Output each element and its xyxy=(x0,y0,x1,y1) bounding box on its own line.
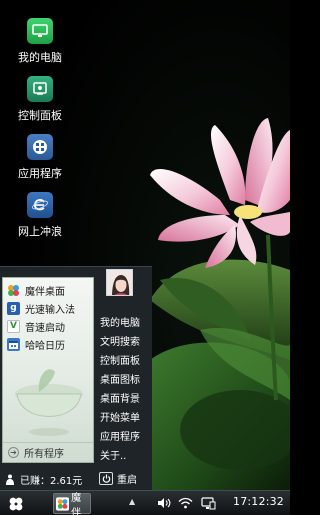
restart-label: 重启 xyxy=(117,474,137,486)
calendar-icon xyxy=(7,337,20,351)
start-menu-pinned-panel: 魔伴桌面 g 光速输入法 V 音速启动 哈哈日历 ➔ 所有程序 xyxy=(2,277,94,463)
wifi-icon[interactable] xyxy=(178,496,193,510)
taskbar-clock: 17:12:32 xyxy=(233,495,285,508)
menu-link-search[interactable]: 文明搜索 xyxy=(100,333,140,348)
earnings-label: 已赚：2.61元 xyxy=(20,476,83,487)
earnings-display: 已赚：2.61元 xyxy=(5,472,82,487)
start-menu-links-panel: 我的电脑 文明搜索 控制面板 桌面图标 桌面背景 开始菜单 应用程序 关于.. xyxy=(97,267,152,467)
input-method-icon: g xyxy=(7,301,20,315)
pinned-item-label: 哈哈日历 xyxy=(25,340,65,352)
all-programs-label: 所有程序 xyxy=(24,449,64,460)
desktop-icon-label: 网上冲浪 xyxy=(18,225,62,238)
desktop-icon-label: 控制面板 xyxy=(18,109,62,122)
money-bag-icon xyxy=(6,474,14,485)
computer-icon xyxy=(27,18,53,44)
start-menu-footer: 已赚：2.61元 重启 xyxy=(0,467,152,491)
launcher-icon: V xyxy=(7,319,20,333)
restart-button[interactable]: 重启 xyxy=(99,470,137,486)
desktop-icon-label: 应用程序 xyxy=(18,167,62,180)
control-panel-icon xyxy=(27,76,53,102)
pinned-item-launcher[interactable]: V 音速启动 xyxy=(7,317,93,335)
menu-link-desktop-background[interactable]: 桌面背景 xyxy=(100,390,140,405)
menu-link-about[interactable]: 关于.. xyxy=(100,447,126,462)
moban-desktop-icon xyxy=(7,284,20,297)
desktop-icon-label: 我的电脑 xyxy=(18,51,62,64)
tray-expand-icon[interactable]: ▲ xyxy=(129,497,135,506)
pinned-item-label: 光速输入法 xyxy=(25,304,75,316)
power-icon xyxy=(99,471,113,485)
pinned-item-calendar[interactable]: 哈哈日历 xyxy=(7,335,93,353)
desktop-icon-list: 我的电脑 控制面板 应用程序 网上冲浪 xyxy=(10,18,70,250)
decorative-bowl-image xyxy=(15,369,83,436)
taskbar-app-moban[interactable]: 魔伴 xyxy=(53,493,91,515)
menu-link-control-panel[interactable]: 控制面板 xyxy=(100,352,140,367)
user-avatar[interactable] xyxy=(106,269,133,296)
desktop-icon-my-computer[interactable]: 我的电脑 xyxy=(10,18,70,76)
clover-logo-icon xyxy=(9,497,23,511)
menu-link-apps[interactable]: 应用程序 xyxy=(100,428,140,443)
menu-link-desktop-icons[interactable]: 桌面图标 xyxy=(100,371,140,386)
apps-icon xyxy=(27,134,53,160)
pinned-item-label: 音速启动 xyxy=(25,322,65,334)
desktop-icon-browser[interactable]: 网上冲浪 xyxy=(10,192,70,250)
arrow-right-icon: ➔ xyxy=(8,447,19,458)
display-icon[interactable] xyxy=(201,496,216,510)
pinned-item-moban-desktop[interactable]: 魔伴桌面 xyxy=(7,281,93,299)
browser-icon xyxy=(27,192,53,218)
start-menu: 魔伴桌面 g 光速输入法 V 音速启动 哈哈日历 ➔ 所有程序 我的电脑 文明搜… xyxy=(0,266,152,490)
all-programs-button[interactable]: ➔ 所有程序 xyxy=(3,442,93,462)
menu-link-my-computer[interactable]: 我的电脑 xyxy=(100,314,140,329)
pinned-item-label: 魔伴桌面 xyxy=(25,286,65,298)
moban-app-icon xyxy=(56,496,70,511)
start-button[interactable] xyxy=(7,495,25,513)
menu-link-start-menu[interactable]: 开始菜单 xyxy=(100,409,140,424)
desktop-icon-control-panel[interactable]: 控制面板 xyxy=(10,76,70,134)
taskbar: 魔伴 ▲ 17:12:32 xyxy=(0,490,290,515)
pinned-item-input-method[interactable]: g 光速输入法 xyxy=(7,299,93,317)
taskbar-app-label: 魔伴 xyxy=(71,492,82,515)
volume-icon[interactable] xyxy=(157,496,172,510)
desktop-icon-apps[interactable]: 应用程序 xyxy=(10,134,70,192)
